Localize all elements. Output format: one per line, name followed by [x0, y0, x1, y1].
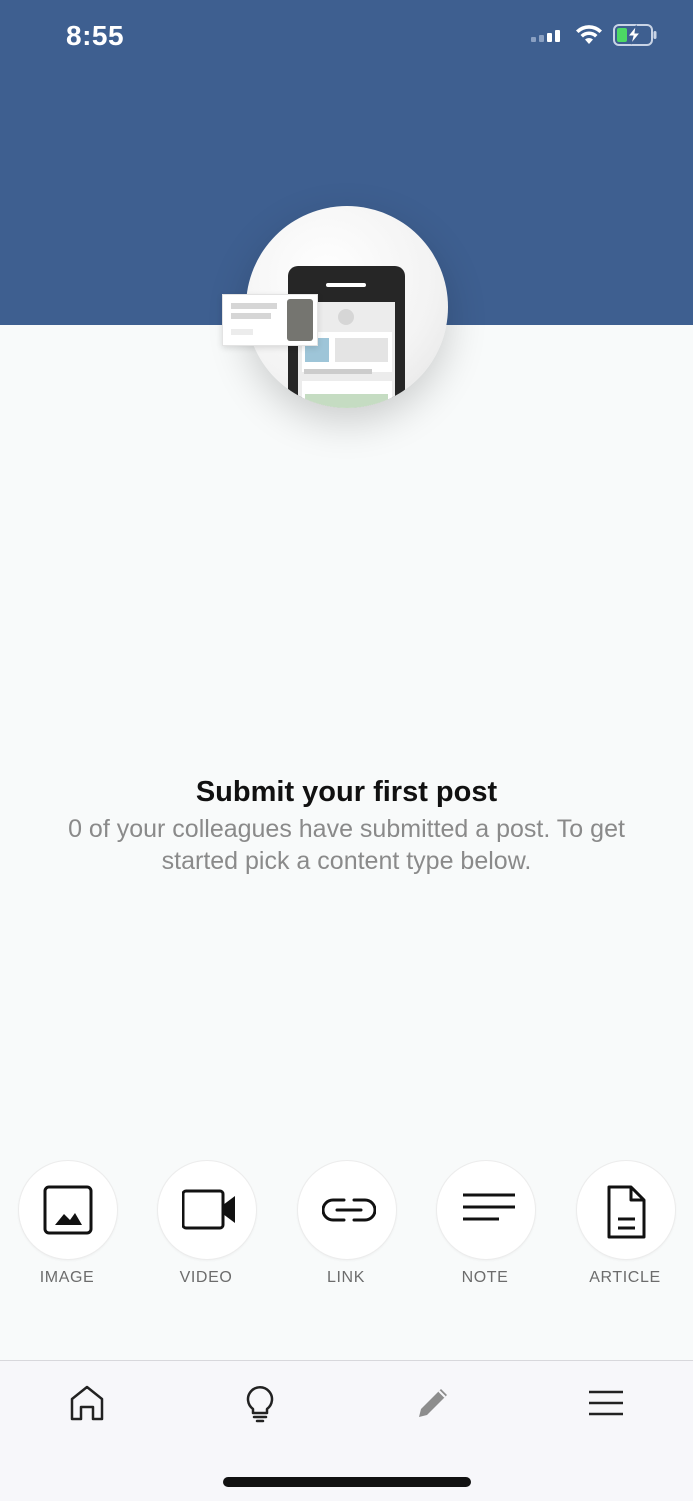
content-type-link-button[interactable]: LINK: [292, 1160, 402, 1290]
floating-card-illustration: [222, 294, 318, 346]
document-icon: [607, 1185, 646, 1239]
empty-state-subtitle: 0 of your colleagues have submitted a po…: [68, 815, 625, 875]
content-type-image-button[interactable]: IMAGE: [13, 1160, 123, 1290]
cellular-signal-icon: [531, 28, 565, 42]
tab-compose[interactable]: [403, 1373, 463, 1433]
tab-menu[interactable]: [576, 1373, 636, 1433]
content-type-circle: [576, 1160, 676, 1260]
content-type-circle: [157, 1160, 257, 1260]
video-camera-icon: [182, 1189, 235, 1230]
content-type-label: ARTICLE: [589, 1269, 661, 1286]
pencil-icon: [419, 1389, 447, 1417]
hero-illustration: [222, 206, 448, 408]
content-type-label: LINK: [327, 1269, 365, 1286]
menu-icon: [589, 1390, 623, 1416]
status-time: 8:55: [66, 20, 125, 51]
content-type-label: VIDEO: [179, 1269, 233, 1286]
content-type-circle: [297, 1160, 397, 1260]
content-type-label: NOTE: [461, 1269, 509, 1286]
content-type-label: IMAGE: [39, 1269, 95, 1286]
image-icon: [43, 1185, 93, 1235]
tab-home[interactable]: [57, 1373, 117, 1433]
note-lines-icon: [463, 1193, 515, 1221]
content-type-note-button[interactable]: NOTE: [431, 1160, 541, 1290]
content-type-circle: [436, 1160, 536, 1260]
content-type-article-button[interactable]: ARTICLE: [571, 1160, 681, 1290]
wifi-icon: [575, 24, 603, 46]
status-icons: [531, 24, 657, 46]
empty-state-title: Submit your first post: [195, 776, 498, 808]
content-type-picker: IMAGE VIDEO LINK NOTE ARTICLE: [0, 1160, 693, 1290]
content-type-video-button[interactable]: VIDEO: [152, 1160, 262, 1290]
link-icon: [322, 1198, 376, 1222]
battery-charging-icon: [613, 24, 657, 46]
home-indicator[interactable]: [223, 1477, 471, 1487]
tab-ideas[interactable]: [230, 1373, 290, 1433]
lightbulb-icon: [246, 1386, 274, 1423]
content-type-circle: [18, 1160, 118, 1260]
home-icon: [70, 1385, 104, 1421]
